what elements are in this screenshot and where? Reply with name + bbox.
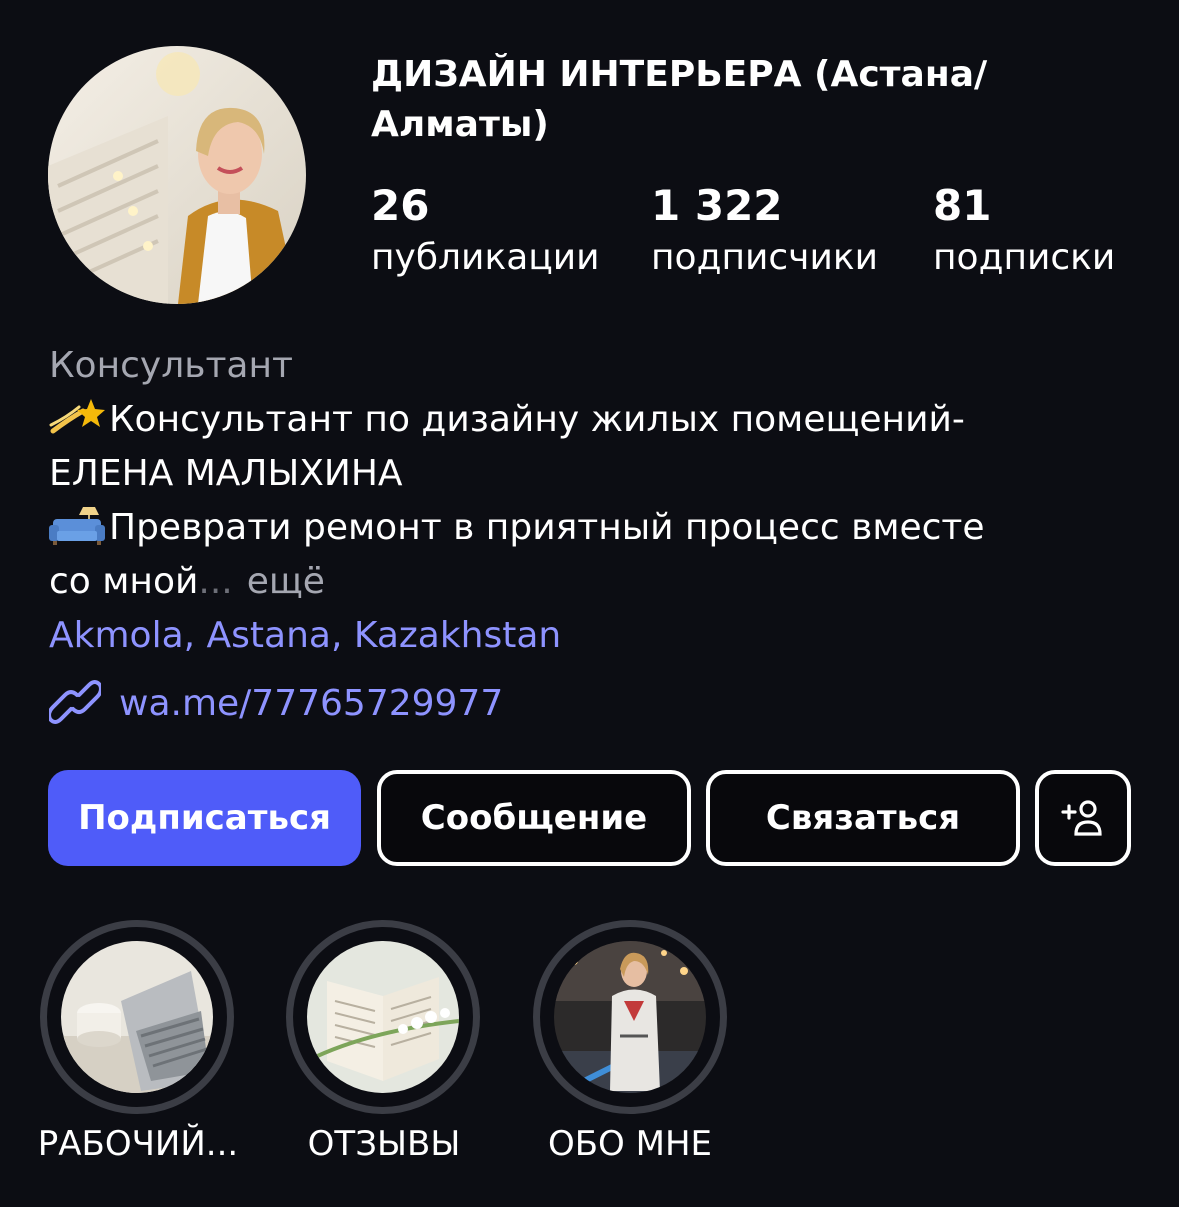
highlight-ring xyxy=(533,920,727,1114)
couch-and-lamp-icon xyxy=(49,507,105,545)
workspace-photo xyxy=(61,941,213,1093)
bio-line-2: ЕЛЕНА МАЛЫХИНА xyxy=(49,453,403,494)
posts-count: 26 xyxy=(371,181,430,230)
followers-count: 1 322 xyxy=(651,181,783,230)
suggest-users-button[interactable] xyxy=(1035,770,1131,866)
highlight-ring xyxy=(286,920,480,1114)
following-label: подписки xyxy=(933,237,1116,278)
bio-link-text: wa.me/77765729977 xyxy=(119,683,504,724)
highlight-reviews[interactable] xyxy=(286,920,480,1114)
bio-text-3: Преврати ремонт в приятный процесс вмест… xyxy=(109,507,985,548)
portrait-night-photo xyxy=(554,941,706,1093)
bio-text-4: со мной xyxy=(49,561,199,602)
following-count: 81 xyxy=(933,181,992,230)
highlight-ring xyxy=(40,920,234,1114)
contact-button[interactable]: Связаться xyxy=(706,770,1020,866)
add-person-icon xyxy=(1061,800,1102,836)
dizzy-star-icon xyxy=(49,399,105,434)
highlight-cover-work xyxy=(61,941,213,1093)
bio-line-3: Преврати ремонт в приятный процесс вмест… xyxy=(49,501,1139,555)
link-icon xyxy=(49,680,101,724)
profile-name: ДИЗАЙН ИНТЕРЬЕРА (Астана/ Алматы) xyxy=(371,54,988,145)
bio-line-1: Консультант по дизайну жилых помещений- xyxy=(49,393,1139,447)
message-button[interactable]: Сообщение xyxy=(377,770,691,866)
stat-followers[interactable]: 1 322 подписчики xyxy=(651,180,878,284)
bio-link[interactable]: wa.me/77765729977 xyxy=(49,677,1139,731)
profile-bio: Консультант Консультант по дизайну жилых… xyxy=(49,339,1139,731)
highlight-label-about: ОБО МНЕ xyxy=(547,1124,713,1164)
bio-text-1: Консультант по дизайну жилых помещений- xyxy=(109,399,965,440)
stat-following[interactable]: 81 подписки xyxy=(933,180,1115,284)
highlight-label-work: РАБОЧИЙ... xyxy=(37,1124,239,1164)
posts-label: публикации xyxy=(371,237,600,278)
follow-button[interactable]: Подписаться xyxy=(48,770,361,866)
bio-category: Консультант xyxy=(49,345,293,386)
stat-posts[interactable]: 26 публикации xyxy=(371,180,600,284)
avatar-photo xyxy=(48,46,306,304)
highlight-label-reviews: ОТЗЫВЫ xyxy=(307,1124,461,1164)
bio-ellipsis: ... xyxy=(198,561,233,602)
highlight-cover-reviews xyxy=(307,941,459,1093)
bio-line-4: со мной... ещё xyxy=(49,555,1139,609)
bio-more-link[interactable]: ещё xyxy=(247,561,325,602)
highlight-about[interactable] xyxy=(533,920,727,1114)
bio-location[interactable]: Akmola, Astana, Kazakhstan xyxy=(49,609,1139,663)
profile-avatar[interactable] xyxy=(48,46,306,304)
followers-label: подписчики xyxy=(651,237,878,278)
book-and-flowers-photo xyxy=(307,941,459,1093)
highlight-cover-about xyxy=(554,941,706,1093)
highlight-work[interactable] xyxy=(40,920,234,1114)
